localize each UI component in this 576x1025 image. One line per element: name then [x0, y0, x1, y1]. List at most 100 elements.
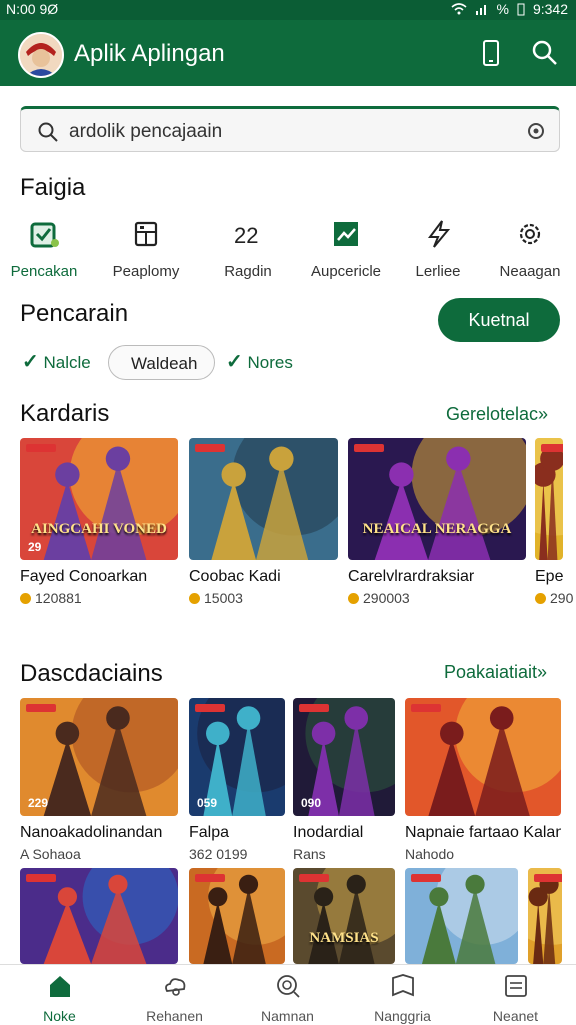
section2-see-all-link[interactable]: Poakaiatiait»	[444, 662, 547, 683]
category-label: Peaplomy	[112, 263, 180, 280]
status-clock-right: 9:342	[532, 1, 568, 17]
section2-heading: Dascdaciains	[20, 660, 163, 687]
coin-icon	[348, 593, 359, 604]
game-card[interactable]: AINGCAHI VONED 29 Fayed Conoarkan 120881	[20, 438, 178, 606]
game-thumbnail: 090	[293, 698, 395, 816]
category-item-ragdin[interactable]: 22 Ragdin	[200, 218, 296, 280]
game-thumbnail-image	[189, 868, 285, 964]
category-label: Ragdin	[224, 263, 272, 280]
signal-icon	[475, 5, 486, 15]
nav-item-namnan[interactable]: Namnan	[230, 973, 345, 1024]
thumbnail-badge	[299, 874, 329, 882]
thumbnail-title: NEAICAL NERAGGA	[362, 521, 512, 538]
game-title: Inodardial	[293, 824, 364, 841]
game-thumbnail	[528, 868, 562, 964]
bottom-navigation: Noke Rehanen Namnan Nanggria Neanet	[0, 964, 576, 1025]
filter-chip-nalcle[interactable]: ✓ Nalcle	[22, 345, 91, 380]
search-icon	[38, 122, 58, 142]
category-label: Aupcericle	[310, 263, 382, 280]
thumbnail-badge	[195, 874, 225, 882]
game-thumbnail: 229	[20, 698, 178, 816]
thumbnail-tag: 29	[28, 540, 42, 554]
game-thumbnail-image	[348, 438, 526, 560]
game-card[interactable]: 090 Inodardial Rans	[293, 698, 395, 862]
thumbnail-badge	[26, 704, 56, 712]
chip-label: Waldeah	[131, 354, 198, 373]
game-title: Carelvlrardraksiar	[348, 568, 475, 585]
filter-chip-waldeah[interactable]: Waldeah	[108, 345, 215, 380]
game-thumbnail	[405, 868, 518, 964]
coin-value: 120881	[35, 590, 82, 606]
thumbnail-tag: 229	[28, 796, 49, 810]
status-time: N:00 9Ø	[6, 1, 59, 17]
settings-icon[interactable]	[525, 120, 547, 142]
game-title: Epe	[535, 568, 563, 585]
thumbnail-badge	[541, 444, 563, 452]
category-item-pencakan[interactable]: Pencakan	[0, 218, 92, 280]
game-card[interactable]	[405, 868, 518, 964]
category-item-aupcericle[interactable]: Aupcericle	[298, 218, 394, 280]
thumbnail-badge	[195, 444, 225, 452]
nav-label: Nanggria	[374, 1008, 431, 1024]
thumbnail-badge	[195, 704, 225, 712]
game-thumbnail: 059	[189, 698, 285, 816]
category-heading: Faigia	[20, 174, 86, 201]
list-icon	[504, 975, 527, 997]
nav-item-noke[interactable]: Noke	[2, 973, 117, 1024]
coin-value: 290	[550, 590, 574, 606]
thumbnail-tag: 090	[301, 796, 322, 810]
game-card[interactable]: 229 Nanoakadolinandan A Sohaoa	[20, 698, 178, 862]
nav-item-rehanen[interactable]: Rehanen	[117, 973, 232, 1024]
game-card[interactable]: Napnaie fartaao Kalan Nahodo	[405, 698, 561, 862]
game-card[interactable]: 059 Falpa 362 0199	[189, 698, 285, 862]
section1-heading: Kardaris	[20, 400, 110, 427]
game-thumbnail-image	[405, 698, 561, 816]
game-card[interactable]: NAMSIAS	[293, 868, 395, 964]
battery-text: %	[496, 1, 509, 17]
game-thumbnail-image	[189, 438, 338, 560]
game-thumbnail-image	[20, 868, 178, 964]
category-item-lerliee[interactable]: Lerliee	[390, 218, 486, 280]
game-subtitle: Nahodo	[405, 846, 455, 862]
category-row: Pencakan Peaplomy 22 Ragdin Aupcericle L…	[0, 218, 576, 280]
filter-chip-nores[interactable]: ✓ Nores	[226, 345, 293, 380]
game-card[interactable]	[20, 868, 178, 964]
thumbnail-tag: 059	[197, 796, 218, 810]
nav-label: Noke	[43, 1008, 76, 1024]
shield-icon	[391, 974, 414, 997]
search-icon[interactable]	[530, 38, 560, 68]
search-input[interactable]: ardolik pencajaain	[20, 106, 560, 152]
chip-label: Nalcle	[43, 353, 91, 372]
svg-text:22: 22	[234, 223, 258, 248]
category-label: Pencakan	[10, 263, 78, 280]
category-item-peaplomy[interactable]: Peaplomy	[98, 218, 194, 280]
nav-item-nanggria[interactable]: Nanggria	[345, 973, 460, 1024]
grid-check-icon	[30, 222, 59, 248]
nav-label: Rehanen	[146, 1008, 203, 1024]
game-card[interactable]	[528, 868, 562, 964]
nav-label: Namnan	[261, 1008, 314, 1024]
game-title: Fayed Conoarkan	[20, 568, 148, 585]
nav-item-neanet[interactable]: Neanet	[458, 973, 573, 1024]
status-icons: % 9:342	[450, 1, 568, 17]
category-item-neaagan[interactable]: Neaagan	[482, 218, 576, 280]
home-icon	[49, 976, 70, 997]
game-card[interactable]	[189, 868, 285, 964]
chart-icon	[334, 222, 358, 246]
phone-icon[interactable]	[476, 38, 506, 68]
thumbnail-title: NAMSIAS	[309, 929, 379, 946]
avatar[interactable]	[18, 32, 64, 78]
primary-action-button[interactable]: Kuetnal	[438, 298, 560, 342]
game-thumbnail-image	[293, 868, 395, 964]
section1-see-all-link[interactable]: Gerelotelac»	[446, 404, 548, 425]
chip-label: Nores	[247, 353, 293, 372]
game-thumbnail	[20, 868, 178, 964]
search-query: ardolik pencajaain	[69, 121, 223, 142]
game-title: Coobac Kadi	[189, 568, 281, 585]
game-subtitle: A Sohaoa	[20, 846, 81, 862]
category-label: Lerliee	[415, 263, 461, 280]
game-card[interactable]: Epe 290	[535, 438, 573, 606]
game-card[interactable]: Coobac Kadi 15003	[189, 438, 338, 606]
lightning-icon	[428, 220, 451, 248]
game-card[interactable]: NEAICAL NERAGGA Carelvlrardraksiar 290003	[348, 438, 526, 606]
